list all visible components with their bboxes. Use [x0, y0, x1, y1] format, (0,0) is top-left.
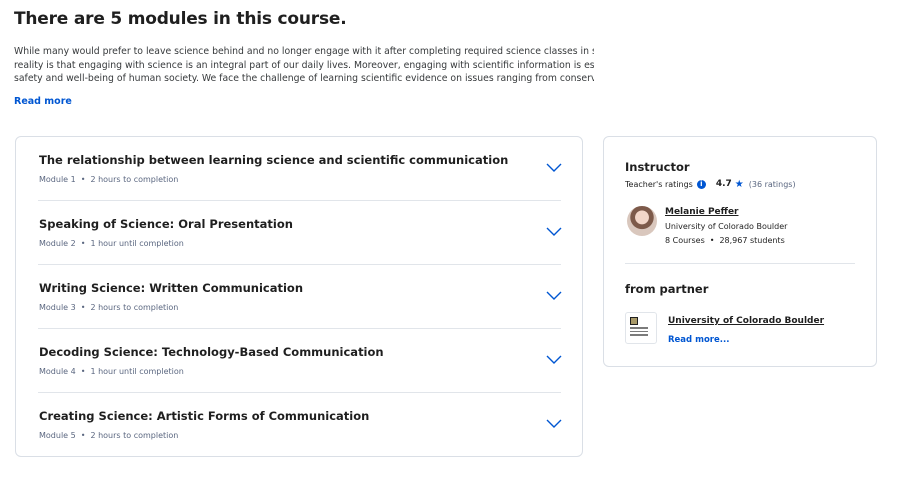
module-item-1[interactable]: The relationship between learning scienc… [38, 137, 562, 201]
module-meta: Module 4 • 1 hour until completion [39, 367, 184, 376]
module-duration: 1 hour until completion [90, 239, 184, 248]
module-item-4[interactable]: Decoding Science: Technology-Based Commu… [38, 329, 562, 393]
module-meta: Module 1 • 2 hours to completion [39, 175, 178, 184]
partner-logo[interactable] [625, 312, 657, 344]
chevron-down-icon[interactable] [546, 227, 562, 237]
module-duration: 1 hour until completion [90, 367, 184, 376]
read-more-link[interactable]: Read more [14, 96, 72, 107]
instructor-card: Instructor Teacher's ratings i 4.7 ★ (36… [603, 136, 877, 367]
chevron-down-icon[interactable] [546, 291, 562, 301]
instructor-name-link[interactable]: Melanie Peffer [665, 207, 738, 217]
partner-read-more-link[interactable]: Read more... [668, 335, 729, 345]
module-item-5[interactable]: Creating Science: Artistic Forms of Comm… [38, 393, 562, 457]
module-meta: Module 2 • 1 hour until completion [39, 239, 184, 248]
module-title: Decoding Science: Technology-Based Commu… [39, 345, 384, 359]
module-number: Module 2 [39, 239, 76, 248]
module-number: Module 1 [39, 175, 76, 184]
modules-heading: There are 5 modules in this course. [14, 9, 347, 29]
instructor-students: 28,967 students [719, 236, 785, 245]
chevron-down-icon[interactable] [546, 163, 562, 173]
course-modules-page: There are 5 modules in this course. Whil… [0, 0, 900, 481]
university-logo-icon [630, 317, 638, 325]
meta-separator: • [80, 239, 86, 248]
ratings-label: Teacher's ratings [625, 179, 693, 189]
teacher-ratings: Teacher's ratings i 4.7 ★ (36 ratings) [625, 178, 796, 190]
module-meta: Module 5 • 2 hours to completion [39, 431, 178, 440]
meta-separator: • [80, 367, 86, 376]
chevron-down-icon[interactable] [546, 419, 562, 429]
instructor-stats: 8 Courses • 28,967 students [665, 236, 785, 245]
info-icon[interactable]: i [696, 179, 706, 189]
instructor-heading: Instructor [625, 160, 690, 174]
meta-separator: • [80, 431, 86, 440]
avatar[interactable] [627, 206, 657, 236]
logo-text-lines [630, 327, 648, 338]
module-title: Creating Science: Artistic Forms of Comm… [39, 409, 370, 423]
meta-separator: • [80, 175, 86, 184]
module-title: Speaking of Science: Oral Presentation [39, 217, 293, 231]
course-description: While many would prefer to leave science… [14, 45, 594, 86]
partner-heading: from partner [625, 282, 709, 296]
rating-value: 4.7 [715, 179, 732, 189]
meta-separator: • [80, 303, 86, 312]
module-number: Module 4 [39, 367, 76, 376]
description-line-1: While many would prefer to leave science… [14, 46, 594, 57]
instructor-courses: 8 Courses [665, 236, 705, 245]
module-duration: 2 hours to completion [90, 431, 179, 440]
meta-separator: • [709, 236, 715, 245]
description-line-3: safety and well-being of human society. … [14, 73, 594, 84]
module-item-3[interactable]: Writing Science: Written Communication M… [38, 265, 562, 329]
module-title: Writing Science: Written Communication [39, 281, 304, 295]
module-duration: 2 hours to completion [90, 303, 179, 312]
instructor-organization: University of Colorado Boulder [665, 222, 788, 231]
module-number: Module 5 [39, 431, 76, 440]
star-icon: ★ [734, 178, 744, 190]
partner-name-link[interactable]: University of Colorado Boulder [668, 316, 824, 326]
rating-count: (36 ratings) [748, 179, 796, 189]
description-line-2: reality is that engaging with science is… [14, 59, 594, 71]
module-title: The relationship between learning scienc… [39, 153, 509, 167]
module-item-2[interactable]: Speaking of Science: Oral Presentation M… [38, 201, 562, 265]
module-meta: Module 3 • 2 hours to completion [39, 303, 178, 312]
modules-list: The relationship between learning scienc… [15, 136, 583, 457]
divider [625, 263, 855, 264]
module-duration: 2 hours to completion [90, 175, 179, 184]
chevron-down-icon[interactable] [546, 355, 562, 365]
module-number: Module 3 [39, 303, 76, 312]
